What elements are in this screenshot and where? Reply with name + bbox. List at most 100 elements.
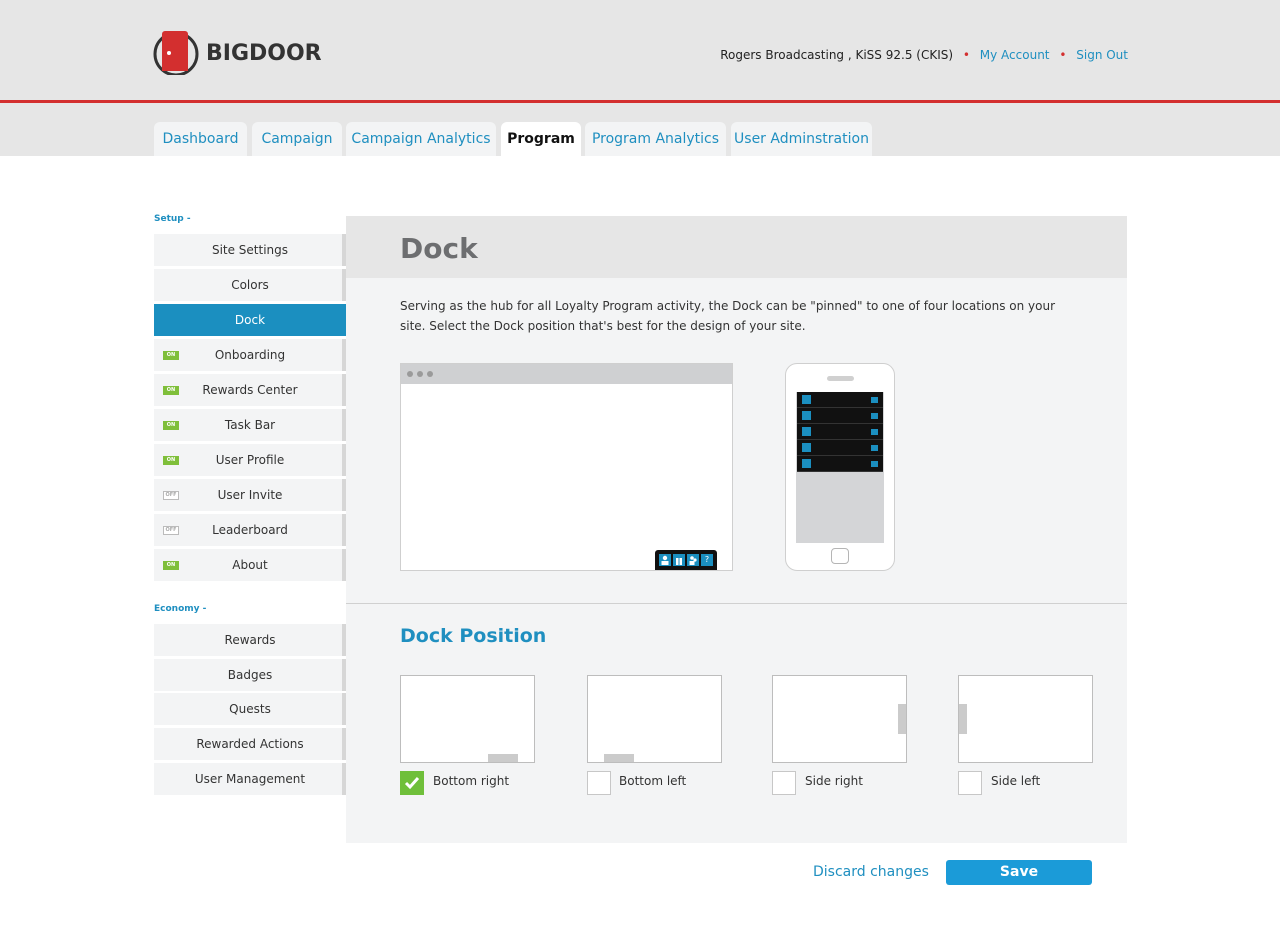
- phone-screen: [796, 392, 884, 543]
- economy-section-label: Economy -: [154, 604, 207, 614]
- checkbox-bottom-right[interactable]: [400, 771, 424, 795]
- chevron-icon: [871, 429, 878, 435]
- status-badge: ON: [163, 386, 179, 395]
- sidebar-item-user-management[interactable]: User Management: [154, 763, 346, 795]
- separator-dot: •: [1059, 48, 1067, 62]
- dock-indicator: [604, 754, 634, 762]
- dock-preview-bar: ?: [655, 550, 717, 570]
- chevron-icon: [871, 413, 878, 419]
- option-label: Side left: [991, 774, 1041, 788]
- sidebar-item-label: Onboarding: [214, 348, 286, 362]
- sidebar-item-quests[interactable]: Quests: [154, 693, 346, 725]
- sidebar-item-label: Site Settings: [211, 243, 289, 257]
- position-preview-bottom-right[interactable]: [400, 675, 535, 763]
- panel-header: Dock: [346, 216, 1127, 278]
- status-badge: ON: [163, 456, 179, 465]
- sidebar-item-label: Rewards: [224, 633, 276, 647]
- option-label: Bottom left: [619, 774, 687, 788]
- position-preview-side-left[interactable]: [958, 675, 1093, 763]
- sidebar-item-label: About: [232, 558, 268, 572]
- dock-position-heading: Dock Position: [400, 625, 547, 647]
- sidebar-item-onboarding[interactable]: ON Onboarding: [154, 339, 346, 371]
- sidebar-item-colors[interactable]: Colors: [154, 269, 346, 301]
- mobile-dock-row: [797, 408, 883, 424]
- group-icon: [687, 554, 699, 566]
- page-title: Dock: [400, 232, 478, 265]
- sidebar-item-task-bar[interactable]: ON Task Bar: [154, 409, 346, 441]
- sidebar-item-leaderboard[interactable]: OFF Leaderboard: [154, 514, 346, 546]
- help-icon: [802, 459, 811, 468]
- logo[interactable]: BIGDOOR: [153, 27, 322, 79]
- user-icon: [802, 395, 811, 404]
- gift-icon: [802, 411, 811, 420]
- dock-settings-panel: Dock Serving as the hub for all Loyalty …: [346, 216, 1127, 843]
- status-badge: ON: [163, 421, 179, 430]
- sidebar-item-site-settings[interactable]: Site Settings: [154, 234, 346, 266]
- sidebar-item-label: Leaderboard: [212, 523, 288, 537]
- sidebar-item-label: User Invite: [217, 488, 283, 502]
- dock-indicator: [898, 704, 906, 734]
- check-icon: [404, 777, 420, 790]
- sidebar-item-label: Rewarded Actions: [196, 737, 304, 751]
- checkbox-bottom-left[interactable]: [587, 771, 611, 795]
- sidebar-item-badges[interactable]: Badges: [154, 659, 346, 691]
- window-dot-icon: [407, 371, 413, 377]
- chevron-icon: [871, 397, 878, 403]
- trophy-icon: [802, 443, 811, 452]
- separator-dot: •: [962, 48, 970, 62]
- mobile-dock-row: [797, 456, 883, 472]
- dock-description: Serving as the hub for all Loyalty Progr…: [400, 299, 1056, 333]
- tab-user-administration[interactable]: User Adminstration: [731, 122, 872, 156]
- window-dot-icon: [427, 371, 433, 377]
- mobile-dock-row: [797, 392, 883, 408]
- dock-indicator: [488, 754, 518, 762]
- group-icon: [802, 427, 811, 436]
- window-dot-icon: [417, 371, 423, 377]
- sidebar-item-label: Dock: [234, 313, 266, 327]
- sidebar-item-rewarded-actions[interactable]: Rewarded Actions: [154, 728, 346, 760]
- sign-out-link[interactable]: Sign Out: [1076, 48, 1128, 62]
- sidebar-item-label: Rewards Center: [202, 383, 298, 397]
- sidebar-item-rewards-center[interactable]: ON Rewards Center: [154, 374, 346, 406]
- my-account-link[interactable]: My Account: [980, 48, 1050, 62]
- sidebar-item-label: Quests: [229, 702, 271, 716]
- brand-name: BIGDOOR: [206, 41, 322, 66]
- header: BIGDOOR Rogers Broadcasting , KiSS 92.5 …: [0, 0, 1280, 103]
- main-nav-tabs: Dashboard Campaign Campaign Analytics Pr…: [0, 103, 1280, 156]
- phone-speaker: [827, 376, 854, 381]
- tab-program[interactable]: Program: [501, 122, 581, 156]
- mobile-dock-row: [797, 424, 883, 440]
- sidebar-item-label: User Profile: [215, 453, 285, 467]
- sidebar-item-user-profile[interactable]: ON User Profile: [154, 444, 346, 476]
- mobile-preview: [785, 363, 895, 571]
- tab-dashboard[interactable]: Dashboard: [154, 122, 247, 156]
- account-bar: Rogers Broadcasting , KiSS 92.5 (CKIS) •…: [720, 48, 1128, 62]
- user-icon: [659, 554, 671, 566]
- position-preview-bottom-left[interactable]: [587, 675, 722, 763]
- sidebar-item-label: User Management: [194, 772, 306, 786]
- tab-campaign[interactable]: Campaign: [252, 122, 342, 156]
- sidebar-item-dock[interactable]: Dock: [154, 304, 361, 336]
- phone-home-button: [831, 548, 849, 564]
- sidebar-item-label: Task Bar: [224, 418, 276, 432]
- desktop-preview: ?: [400, 363, 733, 571]
- sidebar-item-label: Badges: [227, 668, 273, 682]
- status-badge: OFF: [163, 491, 179, 500]
- status-badge: ON: [163, 351, 179, 360]
- position-preview-side-right[interactable]: [772, 675, 907, 763]
- sidebar-item-rewards[interactable]: Rewards: [154, 624, 346, 656]
- checkbox-side-left[interactable]: [958, 771, 982, 795]
- sidebar-item-user-invite[interactable]: OFF User Invite: [154, 479, 346, 511]
- chevron-icon: [871, 461, 878, 467]
- save-button[interactable]: Save: [946, 860, 1092, 885]
- gift-icon: [673, 554, 685, 566]
- tab-campaign-analytics[interactable]: Campaign Analytics: [346, 122, 496, 156]
- discard-changes-link[interactable]: Discard changes: [813, 864, 929, 880]
- sidebar-item-about[interactable]: ON About: [154, 549, 346, 581]
- browser-titlebar: [401, 364, 732, 384]
- tab-program-analytics[interactable]: Program Analytics: [585, 122, 726, 156]
- sidebar-item-label: Colors: [231, 278, 269, 292]
- setup-section-label: Setup -: [154, 214, 191, 224]
- checkbox-side-right[interactable]: [772, 771, 796, 795]
- dock-indicator: [959, 704, 967, 734]
